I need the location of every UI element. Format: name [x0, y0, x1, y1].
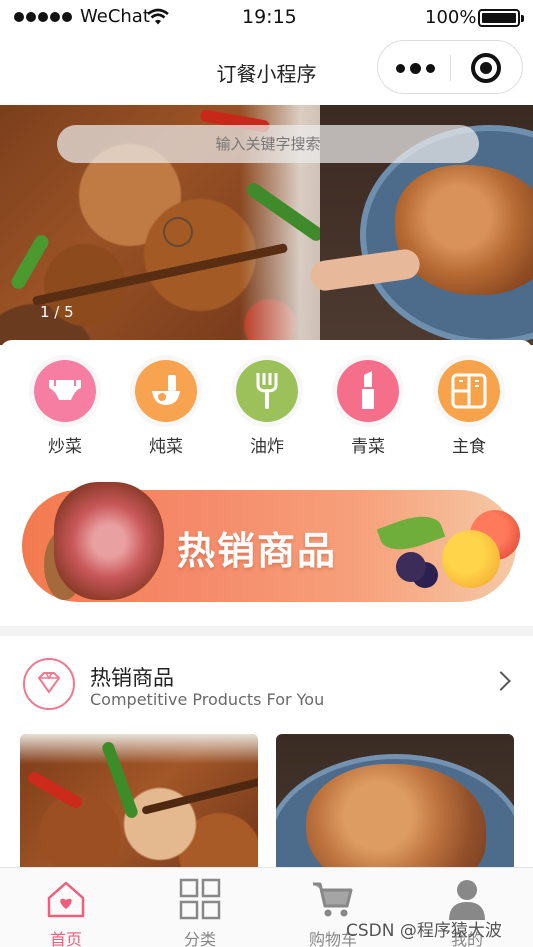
product-card[interactable] [20, 734, 258, 874]
wifi-icon [147, 8, 169, 25]
category-item-stir-fry[interactable]: 炒菜 [25, 360, 105, 457]
tab-label: 分类 [183, 930, 216, 947]
hot-products-header[interactable]: 热销商品 Competitive Products For You [0, 650, 533, 720]
promo-berries-image [396, 552, 426, 582]
battery-icon [478, 9, 524, 27]
banner-swiper[interactable]: 输入关键字搜索 1 / 5 [0, 105, 533, 345]
user-icon [449, 880, 485, 920]
capsule-divider [450, 55, 451, 81]
banner-pager: 1 / 5 [40, 303, 74, 321]
fridge-icon [438, 360, 500, 422]
mini-program-capsule [377, 40, 523, 94]
close-mini-program-icon[interactable] [471, 53, 501, 83]
promo-leaf-image [376, 508, 446, 558]
play-icon [163, 217, 193, 247]
category-item-stew[interactable]: 炖菜 [126, 360, 206, 457]
section-divider [0, 626, 533, 636]
carrier-name: WeChat [80, 6, 150, 27]
fork-icon [236, 360, 298, 422]
promo-meat-image [54, 482, 164, 600]
diaper-icon [34, 360, 96, 422]
tab-home[interactable]: 首页 [16, 868, 116, 947]
promo-mango-image [442, 530, 500, 588]
category-panel: 炒菜 炖菜 油炸 青菜 主食 热销商品 [0, 340, 533, 632]
tab-label: 首页 [49, 930, 82, 947]
status-bar: WeChat 19:15 100% [0, 0, 533, 36]
search-input[interactable]: 输入关键字搜索 [57, 125, 479, 163]
home-icon [47, 881, 85, 918]
cart-icon [313, 882, 353, 917]
product-card[interactable] [276, 734, 514, 874]
category-label: 炒菜 [48, 437, 82, 457]
watermark: CSDN @程序猿大波 [346, 921, 502, 941]
tab-category[interactable]: 分类 [150, 868, 250, 947]
diamond-icon [23, 658, 75, 710]
lipstick-icon [337, 360, 399, 422]
bottle-bowl-icon [135, 360, 197, 422]
nav-bar: 订餐小程序 [0, 36, 533, 105]
promo-text: 热销商品 [177, 529, 338, 573]
grid-icon [179, 878, 221, 920]
clock: 19:15 [242, 6, 297, 28]
category-label: 主食 [452, 437, 486, 457]
hot-products-title: 热销商品 [90, 666, 174, 690]
category-row: 炒菜 炖菜 油炸 青菜 主食 [0, 360, 533, 460]
hot-products-promo-banner[interactable]: 热销商品 [22, 482, 520, 602]
category-label: 青菜 [351, 437, 385, 457]
category-item-fried[interactable]: 油炸 [227, 360, 307, 457]
category-label: 炖菜 [149, 437, 183, 457]
category-item-staple[interactable]: 主食 [429, 360, 509, 457]
more-icon[interactable] [396, 63, 435, 74]
chevron-right-icon[interactable] [491, 671, 511, 691]
category-label: 油炸 [250, 437, 284, 457]
category-item-greens[interactable]: 青菜 [328, 360, 408, 457]
battery-percent: 100% [425, 7, 477, 28]
signal-icon [14, 12, 72, 22]
hot-products-subtitle: Competitive Products For You [90, 690, 325, 709]
